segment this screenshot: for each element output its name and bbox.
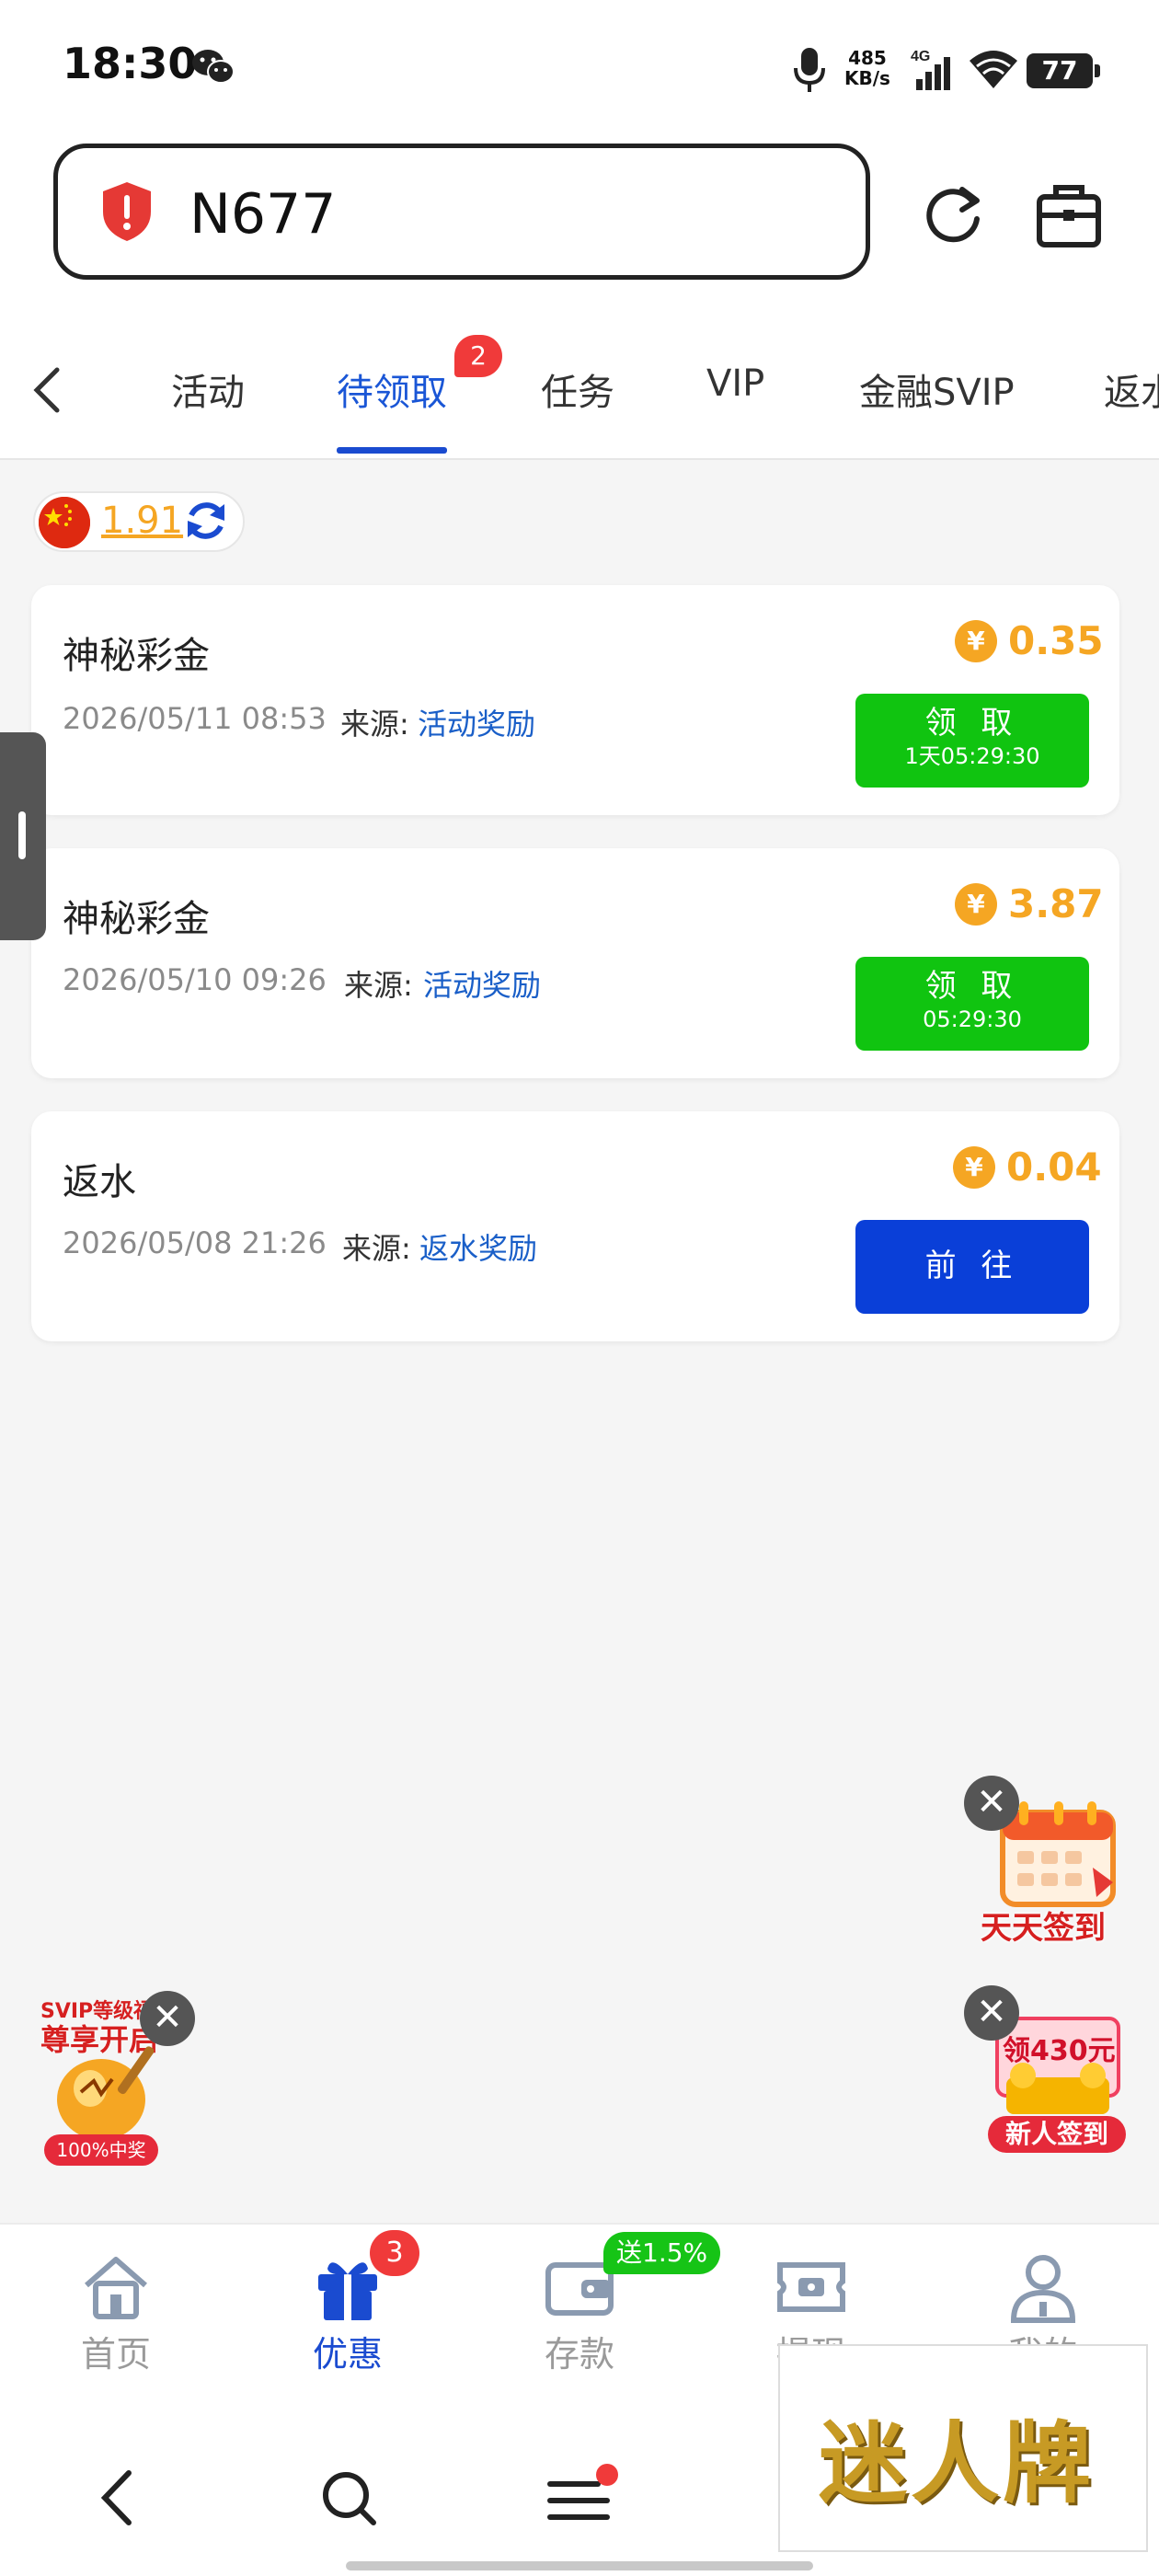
claim-countdown: 05:29:30 [923,1006,1022,1032]
golden-egg-icon [57,2046,155,2140]
toolbox-icon[interactable] [1032,178,1106,252]
reload-icon[interactable] [916,178,990,252]
tab-vip[interactable]: VIP [706,362,764,405]
svip-win-tag: 100%中奖 [44,2134,158,2166]
coin-icon: ¥ [953,1146,995,1189]
wifi-icon [970,51,1017,88]
reward-amount: 3.87 [1008,881,1104,926]
address-text[interactable]: N677 [189,182,336,247]
wallet-balance[interactable]: 1.91 [101,495,183,546]
warning-shield-icon[interactable] [99,180,155,243]
tab-rebate[interactable]: 返水 [1104,362,1159,416]
reward-source: 返水奖励 [419,1231,538,1266]
reward-title: 神秘彩金 [63,898,210,940]
nav-label-promotions: 优惠 [312,2334,383,2375]
reward-date: 2026/05/08 21:26 [63,1225,327,1260]
reward-date: 2026/05/11 08:53 [63,701,327,736]
reward-source: 活动奖励 [423,968,542,1003]
reward-amount: 0.04 [1006,1144,1102,1190]
nav-item-promotions[interactable]: 优惠 [256,2250,440,2388]
reward-source-label: 来源: [342,1231,411,1266]
home-icon [85,2257,147,2319]
active-tab-indicator [337,447,447,454]
tab-pending-claim-badge: 2 [454,335,502,377]
microphone-icon [794,48,825,92]
claim-button[interactable]: 领 取 1天05:29:30 [855,694,1089,788]
reward-title: 返水 [63,1161,136,1203]
china-flag-icon [39,497,90,548]
claim-button-label: 领 取 [924,968,1020,1005]
go-button-label: 前 往 [924,1248,1020,1284]
watermark-text: 迷人牌 [819,2411,1095,2515]
nav-label-home: 首页 [80,2334,151,2375]
coin-icon: ¥ [955,883,997,926]
battery-indicator: 77 [1027,53,1100,88]
search-icon[interactable] [316,2466,381,2530]
tab-pending-claim[interactable]: 待领取 [337,362,447,416]
network-speed: 485 KB/s [844,48,890,88]
coin-icon: ¥ [955,620,997,662]
profile-icon [1010,2255,1076,2323]
claim-countdown: 1天05:29:30 [904,743,1040,769]
cellular-signal-icon: 4G [911,49,950,90]
close-daily-checkin-icon[interactable]: ✕ [964,1776,1019,1831]
side-drawer-handle[interactable] [0,732,46,940]
home-indicator[interactable] [346,2561,813,2570]
claim-button[interactable]: 领 取 05:29:30 [855,957,1089,1051]
reward-date: 2026/05/10 09:26 [63,962,327,997]
close-newbie-checkin-icon[interactable]: ✕ [964,1985,1019,2041]
address-bar[interactable] [53,144,870,280]
daily-checkin-label: 天天签到 [981,1910,1106,1947]
newbie-amount: 领430元 [1003,2035,1116,2067]
network-speed-value: 485 [848,47,887,69]
nav-promotions-badge: 3 [370,2230,419,2276]
tab-activity[interactable]: 活动 [171,362,245,416]
withdraw-icon [777,2262,845,2312]
tab-finance-svip[interactable]: 金融SVIP [859,362,1015,416]
tabs-back-chevron-icon[interactable] [28,364,68,416]
refresh-balance-icon[interactable] [180,495,232,546]
claim-button-label: 领 取 [924,705,1020,742]
menu-icon[interactable] [545,2462,618,2530]
reward-title: 神秘彩金 [63,635,210,677]
nav-label-deposit: 存款 [544,2334,614,2375]
status-time: 18:30 [63,39,198,88]
tab-rebate-clip: 返水 [1104,362,1159,418]
network-speed-unit: KB/s [844,67,890,89]
tab-tasks[interactable]: 任务 [541,362,614,416]
go-button[interactable]: 前 往 [855,1220,1089,1314]
back-icon[interactable] [92,2466,143,2530]
reward-source: 活动奖励 [418,707,536,742]
newbie-checkin-label: 新人签到 [988,2116,1126,2153]
wechat-notification-icon [192,50,235,84]
network-type-label: 4G [911,49,930,64]
deposit-bonus-tag: 送1.5% [603,2232,721,2274]
reward-source-label: 来源: [340,707,409,742]
nav-item-home[interactable]: 首页 [24,2250,208,2388]
close-svip-egg-icon[interactable]: ✕ [140,1991,195,2046]
reward-source-label: 来源: [344,968,413,1003]
reward-amount: 0.35 [1008,618,1104,663]
